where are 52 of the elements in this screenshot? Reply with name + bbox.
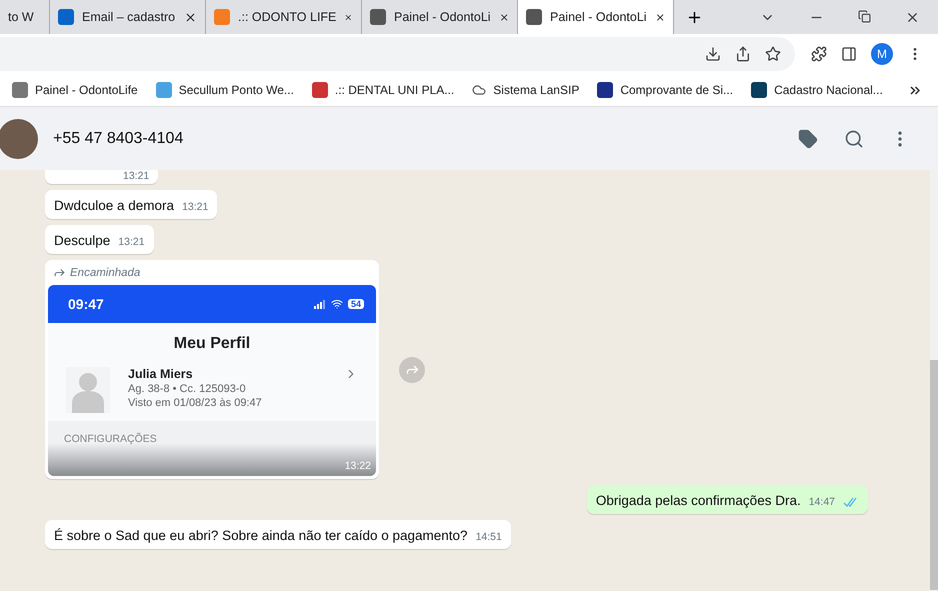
extensions-icon[interactable] [811, 46, 827, 62]
section-label: CONFIGURAÇÕES [64, 433, 158, 445]
message-time: 13:21 [123, 170, 150, 182]
message-time: 13:22 [344, 460, 371, 472]
share-icon[interactable] [735, 46, 751, 62]
browser-tab[interactable]: Painel - OdontoLi [518, 0, 674, 34]
profile-name: Julia Miers [128, 367, 194, 381]
bookmark[interactable]: Sistema LanSIP [472, 83, 580, 97]
site-icon [751, 82, 768, 98]
close-icon[interactable] [184, 10, 197, 24]
side-panel-icon[interactable] [841, 46, 857, 62]
bookmark[interactable]: Painel - OdontoLife [12, 82, 138, 98]
site-icon [58, 9, 74, 25]
account-number: Ag. 38-8 • Cc. 125093-0 [128, 383, 247, 395]
forwarded-label: Encaminhada [70, 266, 140, 278]
message-time: 13:21 [118, 236, 145, 248]
last-seen: Visto em 01/08/23 às 09:47 [128, 397, 263, 409]
site-icon [214, 9, 230, 25]
person-silhouette-icon [66, 367, 110, 413]
site-icon [156, 82, 172, 98]
bookmark[interactable]: Comprovante de Si... [597, 82, 734, 98]
signal-icon [314, 300, 326, 308]
profile-avatar[interactable]: M [871, 43, 893, 65]
site-icon [526, 9, 542, 25]
message-time: 14:47 [808, 496, 835, 508]
label-icon[interactable] [798, 128, 818, 148]
forward-icon [53, 266, 66, 279]
message-time: 13:21 [182, 201, 208, 213]
message-text: Obrigada pelas confirmações Dra. [596, 493, 801, 508]
message-time: 14:51 [476, 531, 502, 543]
restore-icon[interactable] [858, 10, 871, 22]
battery-icon: 54 [348, 299, 364, 309]
search-icon[interactable] [844, 128, 864, 148]
star-icon[interactable] [765, 46, 781, 62]
bookmark[interactable]: Secullum Ponto We... [156, 82, 294, 98]
bookmark[interactable]: .:: DENTAL UNI PLA... [312, 82, 454, 98]
contact-name: +55 47 8403-4104 [53, 130, 184, 148]
cloud-icon [472, 83, 486, 97]
site-icon [12, 82, 28, 98]
message-text: Dwdculoe a demora [54, 198, 174, 213]
phone-clock: 09:47 [68, 296, 104, 312]
screen-title: Meu Perfil [172, 334, 252, 354]
site-icon [597, 82, 614, 98]
message-text: É sobre o Sad que eu abri? Sobre ainda não ter caído o pagamento? [54, 528, 468, 543]
download-icon[interactable] [705, 46, 721, 62]
site-icon [370, 9, 386, 25]
bookmark[interactable]: Cadastro Nacional... [751, 82, 883, 98]
contact-avatar[interactable] [0, 118, 38, 158]
message-text: Desculpe [54, 233, 110, 248]
scrollbar-thumb[interactable] [930, 360, 938, 590]
site-icon [312, 82, 328, 98]
double-chevron-icon[interactable] [910, 86, 920, 94]
